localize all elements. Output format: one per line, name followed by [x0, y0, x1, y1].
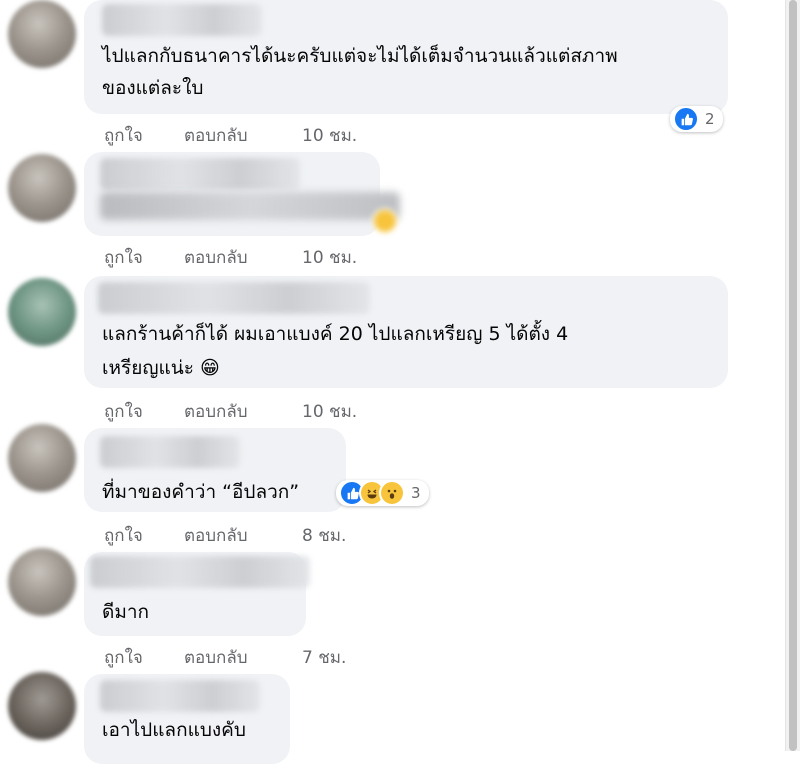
comment-actions: ถูกใจ ตอบกลับ 10 ชม. — [104, 398, 357, 425]
comment-timestamp[interactable]: 10 ชม. — [302, 122, 357, 149]
avatar[interactable] — [8, 548, 76, 616]
reply-button[interactable]: ตอบกลับ — [184, 644, 302, 671]
commenter-name-blurred[interactable] — [100, 680, 260, 712]
comment-text-line: เหรียญแน่ะ 😁 — [102, 357, 220, 379]
emoji-blurred — [372, 208, 398, 234]
comment-text-line: เอาไปแลกแบงคับ — [102, 719, 246, 741]
avatar[interactable] — [8, 278, 76, 346]
like-button[interactable]: ถูกใจ — [104, 398, 184, 425]
reply-button[interactable]: ตอบกลับ — [184, 244, 302, 271]
commenter-name-blurred[interactable] — [102, 4, 262, 36]
reaction-summary[interactable]: 3 — [336, 480, 429, 506]
comment-actions: ถูกใจ ตอบกลับ 10 ชม. — [104, 244, 357, 271]
scrollbar-thumb[interactable] — [789, 0, 797, 751]
reaction-count: 2 — [705, 110, 715, 128]
comment-text-line: ไปแลกกับธนาคารได้นะครับแต่จะไม่ได้เต็มจำ… — [102, 45, 618, 67]
wow-reaction-icon — [379, 480, 405, 506]
like-button[interactable]: ถูกใจ — [104, 522, 184, 549]
commenter-name-blurred[interactable] — [100, 158, 300, 190]
like-button[interactable]: ถูกใจ — [104, 244, 184, 271]
comment-text-blurred — [100, 192, 400, 220]
comment-text-line: ดีมาก — [102, 601, 150, 623]
comment-text-line: ของแต่ละใบ — [102, 77, 204, 99]
comment-actions: ถูกใจ ตอบกลับ 7 ชม. — [104, 644, 346, 671]
reply-button[interactable]: ตอบกลับ — [184, 522, 302, 549]
comment-text-line: แลกร้านค้าก็ได้ ผมเอาแบงค์ 20 ไปแลกเหรีย… — [102, 323, 569, 345]
comment-timestamp[interactable]: 8 ชม. — [302, 522, 346, 549]
avatar[interactable] — [8, 154, 76, 222]
comment-timestamp[interactable]: 10 ชม. — [302, 398, 357, 425]
reply-button[interactable]: ตอบกลับ — [184, 398, 302, 425]
comment-text-line: ที่มาของคำว่า “อีปลวก” — [102, 481, 300, 503]
like-reaction-icon — [673, 106, 699, 132]
commenter-name-blurred[interactable] — [100, 436, 240, 468]
avatar[interactable] — [8, 0, 76, 68]
comment-actions: ถูกใจ ตอบกลับ 8 ชม. — [104, 522, 346, 549]
comment-actions: ถูกใจ ตอบกลับ 10 ชม. — [104, 122, 357, 149]
reaction-summary[interactable]: 2 — [670, 106, 723, 132]
scrollbar-track[interactable] — [785, 0, 800, 751]
reaction-count: 3 — [411, 484, 421, 502]
avatar[interactable] — [8, 672, 76, 740]
comment-timestamp[interactable]: 7 ชม. — [302, 644, 346, 671]
commenter-name-blurred[interactable] — [90, 556, 310, 588]
like-button[interactable]: ถูกใจ — [104, 644, 184, 671]
comment-timestamp[interactable]: 10 ชม. — [302, 244, 357, 271]
reply-button[interactable]: ตอบกลับ — [184, 122, 302, 149]
avatar[interactable] — [8, 424, 76, 492]
commenter-name-blurred[interactable] — [98, 282, 370, 314]
like-button[interactable]: ถูกใจ — [104, 122, 184, 149]
